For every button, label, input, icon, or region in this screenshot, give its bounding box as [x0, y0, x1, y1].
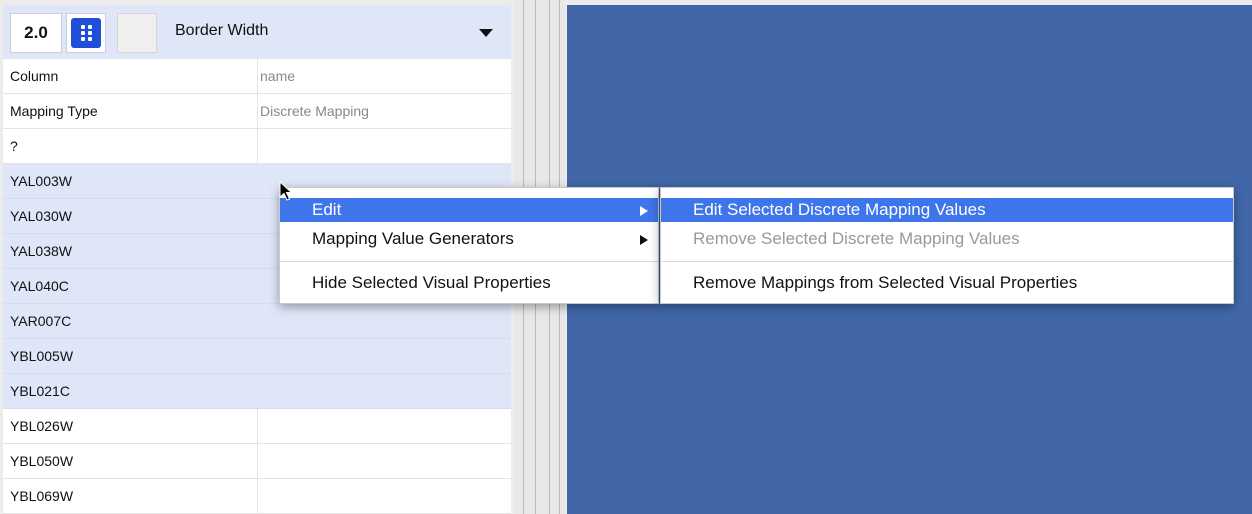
- mapping-key: YAL030W: [10, 208, 72, 224]
- property-label: Mapping Type: [10, 103, 98, 119]
- mapping-row[interactable]: YBL026W: [3, 409, 511, 444]
- context-menu: Edit Mapping Value Generators Hide Selec…: [279, 187, 659, 304]
- menu-item-label: Edit: [312, 200, 342, 219]
- property-row[interactable]: Column name: [3, 59, 511, 94]
- property-row[interactable]: Mapping Type Discrete Mapping: [3, 94, 511, 129]
- mapping-row[interactable]: YBL021C: [3, 374, 511, 409]
- mapping-key: YBL021C: [10, 383, 70, 399]
- menu-item-label: Edit Selected Discrete Mapping Values: [693, 200, 986, 219]
- menu-item-label: Mapping Value Generators: [312, 229, 514, 248]
- chevron-right-icon: [640, 206, 648, 216]
- visual-property-name: Border Width: [175, 22, 269, 39]
- menu-item-hide-selected[interactable]: Hide Selected Visual Properties: [280, 271, 658, 295]
- property-label: ?: [10, 138, 18, 154]
- menu-item-mapping-value-generators[interactable]: Mapping Value Generators: [280, 227, 658, 251]
- mapping-button[interactable]: [66, 13, 106, 53]
- mapping-row[interactable]: YAR007C: [3, 304, 511, 339]
- mapping-key: YBL005W: [10, 348, 74, 364]
- menu-item-label: Hide Selected Visual Properties: [312, 273, 551, 292]
- mapping-key: YAL038W: [10, 243, 72, 259]
- property-label: Column: [10, 68, 59, 84]
- edit-submenu: Edit Selected Discrete Mapping Values Re…: [660, 187, 1234, 304]
- mapping-row[interactable]: YBL005W: [3, 339, 511, 374]
- mapping-key: YAR007C: [10, 313, 72, 329]
- mapping-key: YBL069W: [10, 488, 74, 504]
- bypass-button[interactable]: [117, 13, 157, 53]
- mapping-type-select[interactable]: Discrete Mapping: [260, 94, 369, 128]
- default-value-button[interactable]: 2.0: [10, 13, 62, 53]
- menu-item-edit-selected-discrete[interactable]: Edit Selected Discrete Mapping Values: [661, 198, 1233, 222]
- menu-item-remove-mappings[interactable]: Remove Mappings from Selected Visual Pro…: [661, 271, 1233, 295]
- mapping-row[interactable]: YBL069W: [3, 479, 511, 514]
- menu-separator: [280, 261, 658, 262]
- triangle-down-icon[interactable]: [479, 29, 493, 37]
- menu-item-edit[interactable]: Edit: [280, 198, 658, 222]
- discrete-mapping-icon: [71, 18, 101, 48]
- mapping-key: YAL003W: [10, 173, 72, 189]
- mapping-key: YBL026W: [10, 418, 74, 434]
- mouse-cursor-icon: [279, 181, 293, 201]
- menu-item-label: Remove Selected Discrete Mapping Values: [693, 229, 1020, 248]
- mapping-key: YAL040C: [10, 278, 69, 294]
- menu-item-remove-selected-discrete: Remove Selected Discrete Mapping Values: [661, 227, 1233, 251]
- chevron-right-icon: [640, 235, 648, 245]
- visual-property-header[interactable]: 2.0 Border Width: [3, 5, 511, 59]
- column-select[interactable]: name: [260, 59, 295, 93]
- mapping-row[interactable]: YBL050W: [3, 444, 511, 479]
- property-row[interactable]: ?: [3, 129, 511, 164]
- menu-item-label: Remove Mappings from Selected Visual Pro…: [693, 273, 1078, 292]
- menu-separator: [661, 261, 1233, 262]
- mapping-key: YBL050W: [10, 453, 74, 469]
